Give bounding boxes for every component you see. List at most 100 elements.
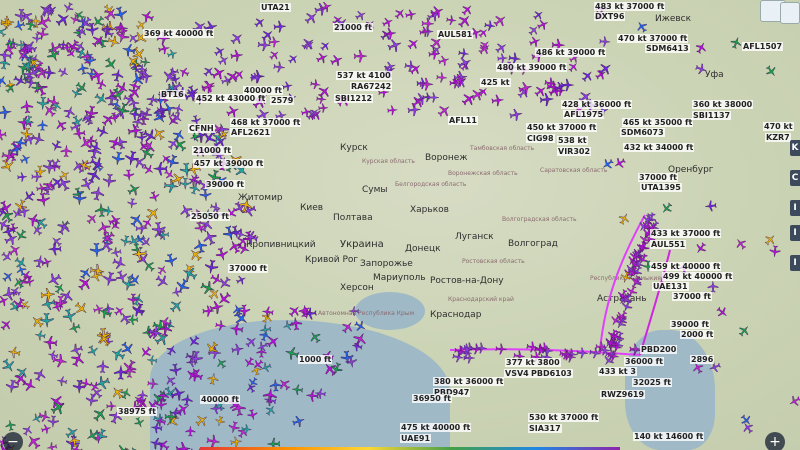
aircraft-icon[interactable] <box>155 388 171 404</box>
flight-label[interactable]: 25050 ft <box>190 212 230 221</box>
aircraft-icon[interactable] <box>350 338 365 353</box>
flight-label[interactable]: 459 kt 40000 ft <box>650 262 722 271</box>
flight-label[interactable]: KZR7 <box>765 133 791 142</box>
aircraft-icon[interactable] <box>36 119 49 132</box>
aircraft-icon[interactable] <box>83 20 101 38</box>
flight-label[interactable]: RA67242 <box>350 82 393 91</box>
aircraft-icon[interactable] <box>100 171 118 189</box>
aircraft-icon[interactable] <box>149 219 169 239</box>
aircraft-icon[interactable] <box>444 13 458 27</box>
aircraft-icon[interactable] <box>260 304 276 320</box>
flight-label[interactable]: 486 kt 39000 ft <box>535 48 607 57</box>
aircraft-icon[interactable] <box>317 102 330 115</box>
flight-label[interactable]: DXT96 <box>594 12 626 21</box>
flight-label[interactable]: 32025 ft <box>632 378 672 387</box>
aircraft-icon[interactable] <box>239 422 252 435</box>
settings-button[interactable] <box>780 2 800 24</box>
aircraft-icon[interactable] <box>614 210 633 229</box>
aircraft-icon[interactable] <box>201 304 216 319</box>
flight-label[interactable]: AUL551 <box>650 240 687 249</box>
aircraft-icon[interactable] <box>174 440 193 450</box>
aircraft-icon[interactable] <box>54 374 68 388</box>
aircraft-icon[interactable] <box>151 100 171 120</box>
flight-label[interactable]: 21000 ft <box>192 146 232 155</box>
flight-label[interactable]: 465 kt 35000 ft <box>622 118 694 127</box>
aircraft-icon[interactable] <box>136 389 150 403</box>
aircraft-icon[interactable] <box>347 304 359 316</box>
aircraft-icon[interactable] <box>284 51 301 68</box>
aircraft-icon[interactable] <box>691 238 711 258</box>
aircraft-icon[interactable] <box>47 241 64 258</box>
aircraft-icon[interactable] <box>704 198 719 213</box>
flight-label[interactable]: SBI1212 <box>334 94 374 103</box>
side-button[interactable]: I <box>790 200 800 216</box>
flight-label[interactable]: 470 kt <box>763 122 794 131</box>
flight-label[interactable]: AFL2621 <box>230 128 272 137</box>
flight-label[interactable]: 537 kt 4100 <box>336 71 392 80</box>
flight-label[interactable]: 37000 ft <box>638 173 678 182</box>
flight-label[interactable]: 37000 ft <box>672 292 712 301</box>
aircraft-icon[interactable] <box>308 77 322 91</box>
aircraft-icon[interactable] <box>88 241 106 259</box>
aircraft-icon[interactable] <box>82 103 101 122</box>
flight-label[interactable]: 450 kt 37000 ft <box>526 123 598 132</box>
aircraft-icon[interactable] <box>122 363 138 379</box>
aircraft-icon[interactable] <box>118 232 134 248</box>
flight-label[interactable]: RWZ9619 <box>600 390 646 399</box>
aircraft-icon[interactable] <box>351 48 368 65</box>
flight-label[interactable]: 36950 ft <box>412 394 452 403</box>
flight-label[interactable]: AUL581 <box>437 30 474 39</box>
flight-label[interactable]: 432 kt 34000 ft <box>623 143 695 152</box>
flight-label[interactable]: 36000 ft <box>624 357 664 366</box>
flight-label[interactable]: SIA317 <box>528 424 562 433</box>
aircraft-icon[interactable] <box>101 204 114 217</box>
flight-label[interactable]: 40000 ft <box>243 86 283 95</box>
aircraft-icon[interactable] <box>304 387 321 404</box>
aircraft-icon[interactable] <box>692 38 711 57</box>
zoom-in-button[interactable]: + <box>765 432 785 450</box>
aircraft-icon[interactable] <box>40 181 55 196</box>
side-button[interactable]: C <box>790 170 800 186</box>
flight-label[interactable]: BT16 <box>160 90 185 99</box>
flight-label[interactable]: 433 kt 37000 ft <box>650 229 722 238</box>
aircraft-icon[interactable] <box>66 433 83 450</box>
aircraft-icon[interactable] <box>0 103 13 121</box>
aircraft-icon[interactable] <box>34 95 51 112</box>
flight-label[interactable]: UAE131 <box>652 282 689 291</box>
aircraft-icon[interactable] <box>126 292 141 307</box>
flight-label[interactable]: SDM6413 <box>645 44 690 53</box>
aircraft-icon[interactable] <box>190 236 211 257</box>
side-button[interactable]: I <box>790 225 800 241</box>
flight-label[interactable]: AFL1507 <box>742 42 784 51</box>
flight-label[interactable]: SDM6073 <box>620 128 665 137</box>
flight-label[interactable]: AFL11 <box>448 116 478 125</box>
flight-label[interactable]: UAE91 <box>400 434 432 443</box>
aircraft-icon[interactable] <box>168 71 183 86</box>
aircraft-icon[interactable] <box>228 47 245 64</box>
aircraft-icon[interactable] <box>426 46 441 61</box>
aircraft-icon[interactable] <box>786 391 800 410</box>
aircraft-icon[interactable] <box>731 235 751 255</box>
flight-label[interactable]: UTA21 <box>260 3 291 12</box>
aircraft-icon[interactable] <box>161 250 180 269</box>
aircraft-icon[interactable] <box>61 41 75 55</box>
aircraft-icon[interactable] <box>560 348 575 363</box>
aircraft-icon[interactable] <box>296 303 312 319</box>
flight-label[interactable]: 38975 ft <box>117 407 157 416</box>
flight-label[interactable]: 1000 ft <box>298 355 333 364</box>
aircraft-icon[interactable] <box>735 322 755 342</box>
flight-label[interactable]: 499 kt 40000 ft <box>662 272 734 281</box>
aircraft-icon[interactable] <box>45 440 59 450</box>
aircraft-icon[interactable] <box>66 320 83 337</box>
flight-label[interactable]: PBD6103 <box>530 369 573 378</box>
aircraft-icon[interactable] <box>611 154 630 173</box>
flight-label[interactable]: 21000 ft <box>333 23 373 32</box>
flight-label[interactable]: 2579 <box>270 96 295 105</box>
aircraft-icon[interactable] <box>233 272 249 288</box>
flight-label[interactable]: 2000 ft <box>680 330 715 339</box>
flight-label[interactable]: AFL1975 <box>563 110 605 119</box>
aircraft-icon[interactable] <box>559 77 575 93</box>
flight-label[interactable]: 369 kt 40000 ft <box>143 29 215 38</box>
aircraft-icon[interactable] <box>598 35 612 49</box>
aircraft-icon[interactable] <box>490 92 506 108</box>
